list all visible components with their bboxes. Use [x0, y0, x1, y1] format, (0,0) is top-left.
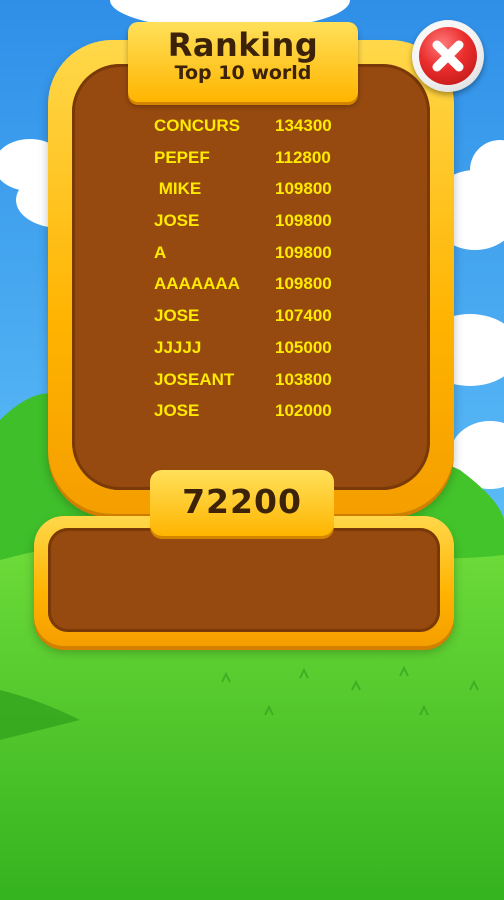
close-button[interactable] [412, 20, 484, 92]
list-item: JOSE 107400 [154, 302, 364, 334]
player-score: 112800 [275, 147, 331, 167]
close-icon [432, 40, 464, 72]
score-panel-inner [48, 528, 440, 632]
player-name: MIKE [154, 179, 202, 199]
title-banner: Ranking Top 10 world [128, 22, 358, 102]
ranking-list: CONCURS 134300 PEPEF 112800 MIKE 109800 JOS… [154, 112, 364, 429]
list-item: JOSE 109800 [154, 207, 364, 239]
player-name: AAAAAAA [154, 274, 240, 294]
player-name: JJJJJ [154, 337, 202, 357]
list-item: JOSE 102000 [154, 397, 364, 429]
list-item: A 109800 [154, 239, 364, 271]
current-score-tab: 72200 [150, 470, 334, 536]
list-item: PEPEF 112800 [154, 144, 364, 176]
player-score: 109800 [275, 179, 332, 199]
player-name: A [154, 242, 167, 262]
player-name: CONCURS [154, 116, 240, 135]
list-item: CONCURS 134300 [154, 112, 364, 144]
list-item: JOSEANT 103800 [154, 366, 364, 398]
player-name: JOSE [154, 401, 200, 421]
close-button-face [419, 27, 477, 85]
player-name: PEPEF [154, 147, 210, 167]
player-name: JOSE [154, 211, 200, 231]
player-score: 109800 [275, 211, 332, 231]
list-item: MIKE 109800 [154, 175, 364, 207]
list-item: AAAAAAA 109800 [154, 270, 364, 302]
page-subtitle: Top 10 world [174, 62, 312, 84]
player-name: JOSEANT [154, 369, 235, 389]
current-score: 72200 [182, 482, 302, 521]
player-score: 109800 [275, 274, 332, 294]
player-score: 107400 [275, 306, 332, 326]
player-score: 134300 [275, 116, 332, 135]
list-item: JJJJJ 105000 [154, 334, 364, 366]
page-title: Ranking [167, 26, 319, 64]
player-score: 105000 [275, 337, 332, 357]
player-score: 102000 [275, 401, 332, 421]
player-name: JOSE [154, 306, 200, 326]
player-score: 103800 [275, 369, 332, 389]
player-score: 109800 [275, 242, 332, 262]
